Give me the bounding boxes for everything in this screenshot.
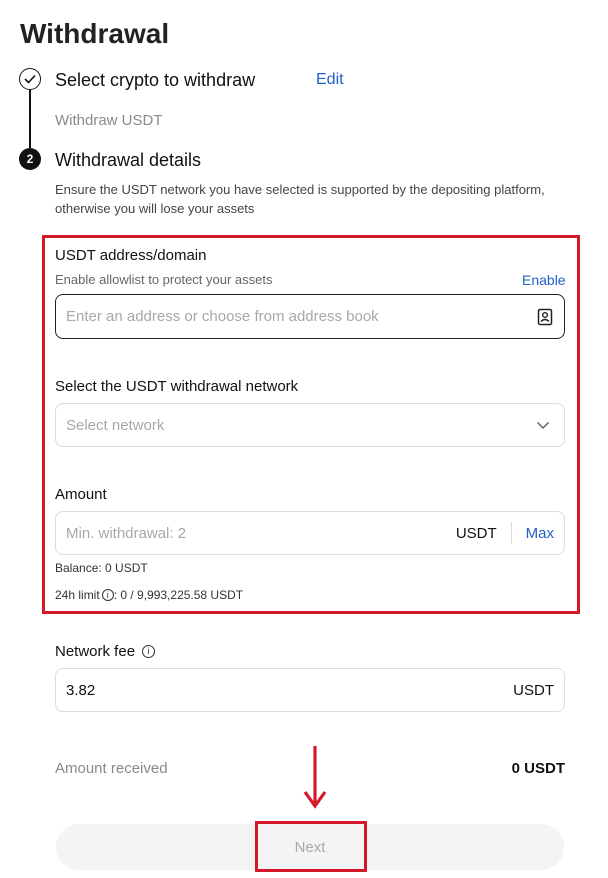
address-book-icon[interactable]	[536, 308, 554, 326]
amount-received-value: 0 USDT	[511, 760, 565, 777]
daily-limit-row: 24h limit i : 0 / 9,993,225.58 USDT	[55, 588, 243, 602]
max-button[interactable]: Max	[526, 525, 554, 542]
step-2-number-badge: 2	[19, 148, 41, 170]
arrow-down-icon	[303, 746, 327, 809]
amount-unit: USDT	[455, 524, 497, 542]
next-highlight-box	[255, 821, 367, 872]
balance-text: Balance: 0 USDT	[55, 561, 148, 575]
network-label: Select the USDT withdrawal network	[55, 378, 299, 395]
allowlist-hint: Enable allowlist to protect your assets	[55, 272, 273, 287]
network-select[interactable]: Select network	[55, 403, 565, 447]
network-fee-field: 3.82 USDT	[55, 668, 565, 712]
amount-received-label: Amount received	[55, 760, 168, 777]
amount-field[interactable]: Min. withdrawal: 2 USDT Max	[55, 511, 565, 555]
address-label: USDT address/domain	[55, 247, 207, 264]
step-1-title: Select crypto to withdraw	[55, 70, 256, 90]
page-title: Withdrawal	[20, 18, 170, 49]
amount-input-placeholder[interactable]: Min. withdrawal: 2	[66, 525, 456, 542]
checkmark-icon	[24, 74, 36, 84]
address-field[interactable]: Enter an address or choose from address …	[55, 294, 565, 339]
network-fee-unit: USDT	[513, 681, 554, 699]
daily-limit-label: 24h limit	[55, 588, 100, 602]
network-warning-text: Ensure the USDT network you have selecte…	[55, 182, 545, 216]
info-icon[interactable]: i	[101, 589, 114, 601]
daily-limit-value: : 0 / 9,993,225.58 USDT	[113, 588, 244, 602]
chevron-down-icon[interactable]	[536, 420, 550, 430]
selected-crypto-summary: Withdraw USDT	[55, 112, 163, 129]
address-input-placeholder[interactable]: Enter an address or choose from address …	[66, 308, 379, 325]
amount-divider	[510, 522, 512, 544]
network-select-placeholder[interactable]: Select network	[66, 417, 164, 434]
step-1-complete-icon	[19, 68, 41, 90]
enable-allowlist-link[interactable]: Enable	[522, 272, 566, 288]
step-connector-line	[29, 90, 31, 148]
network-fee-label: Network fee	[55, 643, 136, 660]
edit-crypto-link[interactable]: Edit	[316, 71, 344, 89]
info-icon[interactable]: i	[142, 645, 156, 658]
amount-label: Amount	[55, 486, 107, 503]
network-fee-row: Network fee i	[55, 643, 156, 660]
step-2-title: Withdrawal details	[55, 150, 202, 170]
network-fee-value: 3.82	[66, 681, 96, 699]
